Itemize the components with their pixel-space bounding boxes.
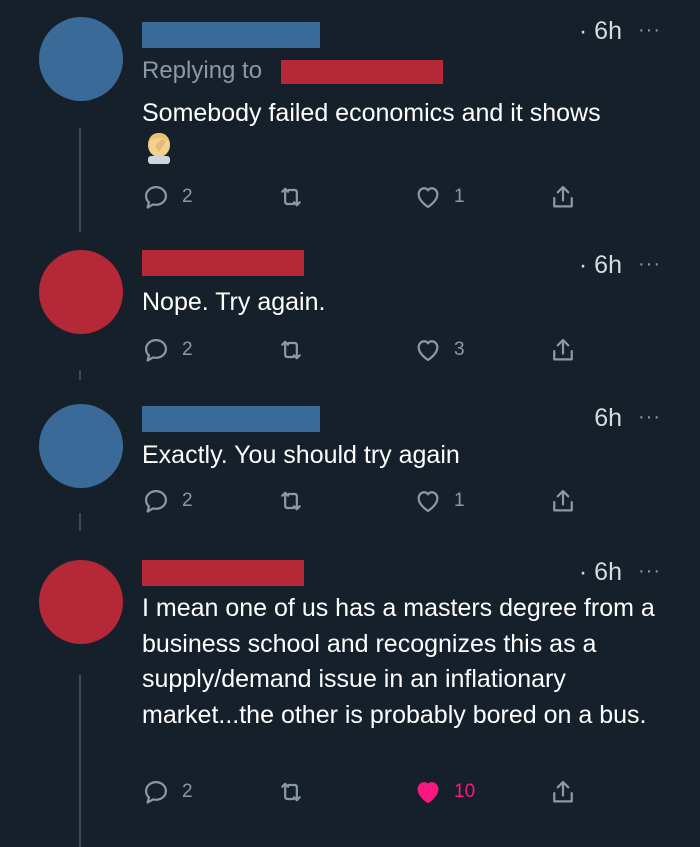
heart-icon <box>417 340 439 362</box>
thread-line <box>79 370 81 380</box>
retweet-icon <box>281 782 301 802</box>
reply-button[interactable]: 2 <box>142 180 193 214</box>
redacted-username[interactable] <box>142 560 304 586</box>
reply-icon <box>144 338 168 362</box>
tweet-actions: 2 3 <box>0 333 700 367</box>
reply-count: 2 <box>182 781 193 802</box>
reply-icon <box>144 185 168 209</box>
like-button[interactable]: 3 <box>414 333 465 367</box>
like-count: 1 <box>454 490 465 511</box>
more-options-button[interactable]: ··· <box>638 406 661 429</box>
reply-button[interactable]: 2 <box>142 484 193 518</box>
redacted-username[interactable] <box>142 250 304 276</box>
reply-button[interactable]: 2 <box>142 333 193 367</box>
tweet-text: Somebody failed economics and it shows <box>142 99 601 127</box>
avatar[interactable] <box>39 404 123 488</box>
reply-count: 2 <box>182 339 193 360</box>
reply-button[interactable]: 2 <box>142 775 193 809</box>
reply-icon <box>144 780 168 804</box>
tweet-2[interactable]: · 6h ··· Nope. Try again. 2 3 <box>0 245 700 395</box>
share-icon <box>553 489 573 512</box>
share-icon <box>553 780 573 803</box>
tweet-3[interactable]: 6h ··· Exactly. You should try again 2 1 <box>0 395 700 545</box>
more-options-button[interactable]: ··· <box>638 560 661 583</box>
share-button[interactable] <box>549 484 577 518</box>
person-facepalming-emoji <box>148 133 170 164</box>
reply-icon <box>144 489 168 513</box>
tweet-actions: 2 1 <box>0 180 700 214</box>
more-options-button[interactable]: ··· <box>638 19 661 42</box>
tweet-4[interactable]: · 6h ··· I mean one of us has a masters … <box>0 545 700 847</box>
tweet-text: I mean one of us has a masters degree fr… <box>142 594 655 729</box>
share-icon <box>553 185 573 208</box>
heart-icon <box>417 187 439 209</box>
retweet-button[interactable] <box>277 180 305 214</box>
redacted-replied-username[interactable] <box>281 60 443 84</box>
retweet-button[interactable] <box>277 775 305 809</box>
reply-count: 2 <box>182 490 193 511</box>
tweet-timestamp[interactable]: · 6h <box>579 17 622 46</box>
tweet-timestamp[interactable]: · 6h <box>579 251 622 280</box>
like-count: 1 <box>454 186 465 207</box>
retweet-icon <box>281 491 301 511</box>
redacted-username[interactable] <box>142 406 320 432</box>
like-button[interactable]: 1 <box>414 484 465 518</box>
tweet-text: Exactly. You should try again <box>142 441 460 469</box>
redacted-username[interactable] <box>142 22 320 48</box>
like-button[interactable]: 1 <box>414 180 465 214</box>
heart-icon <box>417 491 439 513</box>
share-button[interactable] <box>549 180 577 214</box>
like-count: 10 <box>454 781 476 802</box>
heart-filled-icon <box>417 782 439 804</box>
avatar[interactable] <box>39 250 123 334</box>
more-options-button[interactable]: ··· <box>638 253 661 276</box>
tweet-1[interactable]: · 6h ··· Replying to Somebody failed eco… <box>0 0 700 245</box>
reply-count: 2 <box>182 186 193 207</box>
tweet-timestamp[interactable]: 6h <box>594 404 622 433</box>
retweet-icon <box>281 187 301 207</box>
tweet-actions: 2 1 <box>0 484 700 518</box>
retweet-button[interactable] <box>277 484 305 518</box>
share-button[interactable] <box>549 775 577 809</box>
retweet-button[interactable] <box>277 333 305 367</box>
like-button[interactable]: 10 <box>414 775 475 809</box>
retweet-icon <box>281 340 301 360</box>
tweet-text: Nope. Try again. <box>142 288 326 316</box>
avatar[interactable] <box>39 17 123 101</box>
share-icon <box>553 338 573 361</box>
replying-to-label: Replying to <box>142 57 263 84</box>
tweet-timestamp[interactable]: · 6h <box>579 558 622 587</box>
share-button[interactable] <box>549 333 577 367</box>
like-count: 3 <box>454 339 465 360</box>
thread-line <box>79 675 81 847</box>
tweet-actions: 2 10 <box>0 775 700 809</box>
avatar[interactable] <box>39 560 123 644</box>
